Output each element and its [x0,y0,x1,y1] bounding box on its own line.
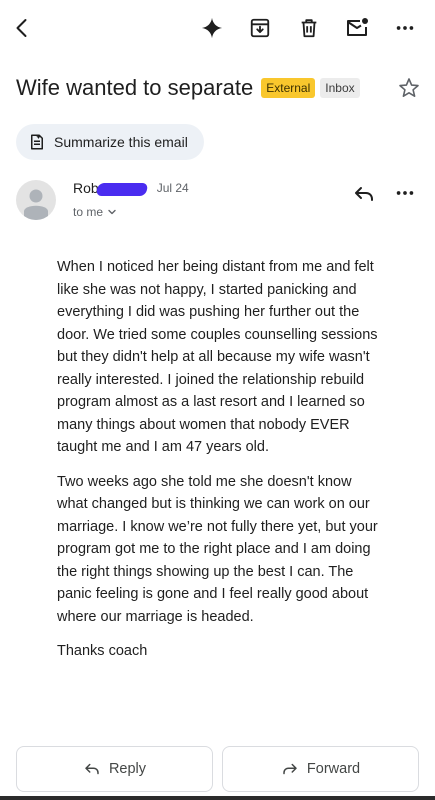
mark-unread-icon[interactable] [341,12,373,44]
back-arrow-icon[interactable] [6,12,38,44]
more-options-icon[interactable] [394,182,418,206]
chevron-down-icon [108,209,116,215]
inbox-label[interactable]: Inbox [320,78,360,98]
sender-row: Rob Jul 24 to me [16,178,421,226]
email-subject: Wife wanted to separate [16,75,254,100]
reply-label: Reply [108,761,147,777]
avatar[interactable] [16,180,56,220]
top-toolbar [0,0,435,56]
more-horiz-icon[interactable] [389,12,421,44]
recipient-toggle[interactable]: to me [73,205,117,219]
reply-button[interactable]: Reply [16,746,213,792]
reply-icon[interactable] [352,182,376,206]
recipient-label: to me [73,205,104,219]
summarize-icon [31,134,43,150]
delete-icon[interactable] [293,12,325,44]
body-paragraph: Two weeks ago she told me she doesn't kn… [57,473,378,625]
forward-icon [283,763,297,775]
sender-info[interactable]: Rob Jul 24 [73,180,189,196]
action-buttons: Reply Forward [16,746,419,792]
body-paragraph: When I noticed her being distant from me… [57,259,378,455]
forward-button[interactable]: Forward [222,746,419,792]
email-body: When I noticed her being distant from me… [57,256,379,675]
email-date: Jul 24 [156,181,189,195]
summarize-label: Summarize this email [54,134,188,150]
body-signoff: Thanks coach [57,643,148,659]
bottom-edge [0,796,435,800]
summarize-button[interactable]: Summarize this email [16,124,204,160]
subject-row: Wife wanted to separate External Inbox [16,70,421,106]
gemini-sparkle-icon[interactable] [196,12,228,44]
sender-name: Rob [73,180,99,196]
forward-label: Forward [306,761,361,777]
external-label: External [261,78,316,98]
archive-icon[interactable] [244,12,276,44]
reply-icon [85,763,99,775]
star-icon[interactable] [397,76,421,100]
redaction-mark [95,182,149,196]
